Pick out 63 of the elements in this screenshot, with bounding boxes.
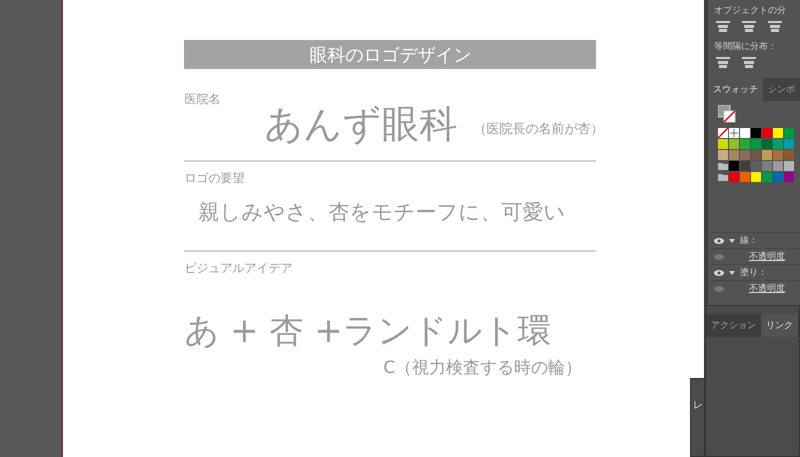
color-swatch[interactable] (784, 161, 794, 171)
color-swatch[interactable] (762, 172, 772, 182)
panel-title: レ (692, 400, 703, 411)
panel-tab[interactable]: スウォッチ (708, 78, 763, 101)
align-icon[interactable] (742, 21, 756, 32)
title-banner: 眼科のロゴデザイン (184, 40, 596, 69)
panel-label: 等間隔に分布： (713, 40, 778, 53)
color-swatch[interactable] (773, 128, 783, 138)
attribute-label[interactable]: 不透明度 (749, 282, 785, 295)
color-swatch[interactable] (740, 161, 750, 171)
distribute-icon[interactable] (742, 57, 756, 68)
section-label: ロゴの要望 (184, 170, 244, 187)
attribute-label[interactable]: 線： (740, 234, 758, 247)
align-icon[interactable] (768, 21, 782, 32)
color-swatch[interactable] (773, 139, 783, 149)
registration-swatch[interactable] (729, 128, 739, 138)
eye-icon[interactable] (714, 238, 724, 244)
panel-title: オブジェクトの分 (713, 4, 787, 17)
color-swatch[interactable] (784, 150, 794, 160)
color-swatch[interactable] (751, 172, 761, 182)
panel-tab[interactable]: シンボ (763, 78, 800, 101)
color-swatch[interactable] (740, 150, 750, 160)
attribute-label[interactable]: 不透明度 (749, 250, 785, 263)
idea-text: あ + 杏 +ランドルト環 (184, 312, 552, 350)
color-swatch[interactable] (729, 139, 739, 149)
attribute-label[interactable]: 塗り： (740, 266, 767, 279)
panel-tab[interactable]: アクション (706, 314, 761, 337)
color-swatch[interactable] (729, 161, 739, 171)
distribute-icon[interactable] (716, 57, 730, 68)
color-swatch[interactable] (740, 139, 750, 149)
note-text: （医院長の名前が杏） (473, 120, 604, 138)
color-swatch[interactable] (762, 150, 772, 160)
color-swatch[interactable] (740, 128, 750, 138)
color-swatch[interactable] (762, 139, 772, 149)
color-swatch[interactable] (784, 172, 794, 182)
align-icon[interactable] (716, 21, 730, 32)
note-text: C（視力検査する時の輪） (383, 357, 582, 380)
section-label: 医院名 (184, 91, 220, 108)
color-swatch[interactable] (784, 139, 794, 149)
color-swatch[interactable] (718, 139, 728, 149)
panel-tab[interactable]: リンク (761, 314, 798, 337)
color-swatch[interactable] (773, 161, 783, 171)
section-label: ビジュアルアイデア (184, 260, 292, 277)
color-swatch[interactable] (751, 128, 761, 138)
chevron-icon[interactable] (729, 238, 735, 242)
color-swatch[interactable] (751, 139, 761, 149)
color-swatch[interactable] (740, 172, 750, 182)
color-swatch[interactable] (773, 150, 783, 160)
color-swatch[interactable] (784, 128, 794, 138)
clinic-name: あんず眼科 (264, 104, 458, 146)
color-swatch[interactable] (729, 150, 739, 160)
color-swatch[interactable] (773, 172, 783, 182)
chevron-icon[interactable] (729, 270, 735, 274)
color-swatch[interactable] (751, 150, 761, 160)
color-swatch[interactable] (729, 172, 739, 182)
color-swatch[interactable] (762, 128, 772, 138)
none-swatch[interactable] (718, 128, 728, 138)
fill-stroke-icon[interactable] (718, 105, 736, 123)
eye-icon[interactable] (714, 270, 724, 276)
color-swatch[interactable] (751, 161, 761, 171)
request-text: 親しみやさ、杏をモチーフに、可愛い (198, 200, 566, 224)
color-swatch[interactable] (762, 161, 772, 171)
color-swatch[interactable] (718, 150, 728, 160)
